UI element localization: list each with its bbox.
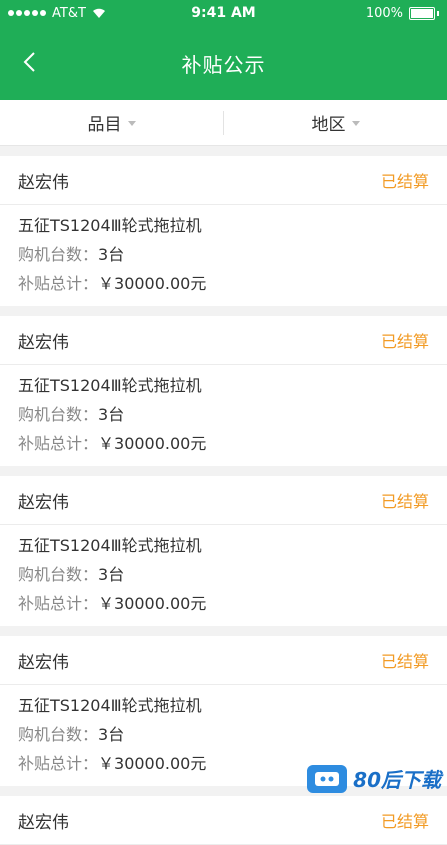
applicant-name: 赵宏伟: [18, 812, 69, 833]
filter-bar: 品目 地区: [0, 100, 447, 146]
total-value: ￥30000.00元: [98, 274, 207, 293]
card-body: 五征TS1204Ⅲ轮式拖拉机 购机台数：3台 补贴总计：￥30000.00元: [0, 525, 447, 626]
card-header: 赵宏伟 已结算: [0, 476, 447, 525]
product-name: 五征TS1204Ⅲ轮式拖拉机: [18, 216, 202, 235]
list-item[interactable]: 赵宏伟 已结算 五征TS1204Ⅲ轮式拖拉机 购机台数：3台 补贴总计：￥300…: [0, 316, 447, 466]
card-header: 赵宏伟 已结算: [0, 316, 447, 365]
product-name: 五征TS1204Ⅲ轮式拖拉机: [18, 536, 202, 555]
card-header: 赵宏伟 已结算: [0, 796, 447, 845]
quantity-row: 购机台数：3台: [18, 240, 429, 269]
subsidy-list: 赵宏伟 已结算 五征TS1204Ⅲ轮式拖拉机 购机台数：3台 补贴总计：￥300…: [0, 146, 447, 845]
robot-logo-icon: [307, 764, 348, 793]
total-label: 补贴总计：: [18, 754, 99, 773]
quantity-label: 购机台数：: [18, 405, 99, 424]
quantity-value: 3台: [98, 565, 125, 584]
status-badge: 已结算: [380, 492, 429, 511]
total-value: ￥30000.00元: [98, 754, 207, 773]
applicant-name: 赵宏伟: [18, 332, 69, 353]
app-header: AT&T 9:41 AM 100% 补贴公示: [0, 0, 447, 100]
quantity-label: 购机台数：: [18, 725, 99, 744]
filter-category-label: 品目: [87, 115, 122, 135]
watermark: 80后下载: [307, 764, 441, 793]
card-header: 赵宏伟 已结算: [0, 636, 447, 685]
product-name: 五征TS1204Ⅲ轮式拖拉机: [18, 696, 202, 715]
product-name: 五征TS1204Ⅲ轮式拖拉机: [18, 376, 202, 395]
status-badge: 已结算: [380, 332, 429, 351]
list-item[interactable]: 赵宏伟 已结算: [0, 796, 447, 845]
back-arrow-icon: [23, 52, 35, 72]
back-button[interactable]: [14, 46, 46, 78]
applicant-name: 赵宏伟: [18, 492, 69, 513]
total-value: ￥30000.00元: [98, 594, 207, 613]
caret-down-icon: [127, 121, 136, 126]
applicant-name: 赵宏伟: [18, 652, 69, 673]
caret-down-icon: [351, 121, 360, 126]
total-label: 补贴总计：: [18, 594, 99, 613]
quantity-label: 购机台数：: [18, 245, 99, 264]
quantity-row: 购机台数：3台: [18, 720, 429, 749]
total-label: 补贴总计：: [18, 274, 99, 293]
navigation-bar: 补贴公示: [0, 26, 447, 100]
quantity-value: 3台: [98, 405, 125, 424]
total-label: 补贴总计：: [18, 434, 99, 453]
total-value: ￥30000.00元: [98, 434, 207, 453]
filter-region[interactable]: 地区: [224, 110, 447, 135]
status-badge: 已结算: [380, 812, 429, 831]
status-badge: 已结算: [380, 652, 429, 671]
page-title: 补贴公示: [181, 52, 266, 77]
quantity-value: 3台: [98, 725, 125, 744]
applicant-name: 赵宏伟: [18, 172, 69, 193]
list-item[interactable]: 赵宏伟 已结算 五征TS1204Ⅲ轮式拖拉机 购机台数：3台 补贴总计：￥300…: [0, 476, 447, 626]
battery-icon: [409, 6, 435, 20]
quantity-row: 购机台数：3台: [18, 560, 429, 589]
status-time: 9:41 AM: [191, 5, 256, 21]
total-row: 补贴总计：￥30000.00元: [18, 589, 429, 618]
list-item[interactable]: 赵宏伟 已结算 五征TS1204Ⅲ轮式拖拉机 购机台数：3台 补贴总计：￥300…: [0, 156, 447, 306]
total-row: 补贴总计：￥30000.00元: [18, 429, 429, 458]
card-body: 五征TS1204Ⅲ轮式拖拉机 购机台数：3台 补贴总计：￥30000.00元: [0, 205, 447, 306]
filter-category[interactable]: 品目: [0, 110, 223, 135]
status-badge: 已结算: [380, 172, 429, 191]
card-body: 五征TS1204Ⅲ轮式拖拉机 购机台数：3台 补贴总计：￥30000.00元: [0, 365, 447, 466]
card-header: 赵宏伟 已结算: [0, 156, 447, 205]
status-bar: AT&T 9:41 AM 100%: [0, 0, 447, 26]
quantity-value: 3台: [98, 245, 125, 264]
watermark-text: 80后下载: [353, 768, 441, 792]
quantity-row: 购机台数：3台: [18, 400, 429, 429]
quantity-label: 购机台数：: [18, 565, 99, 584]
filter-region-label: 地区: [311, 115, 346, 135]
total-row: 补贴总计：￥30000.00元: [18, 269, 429, 298]
